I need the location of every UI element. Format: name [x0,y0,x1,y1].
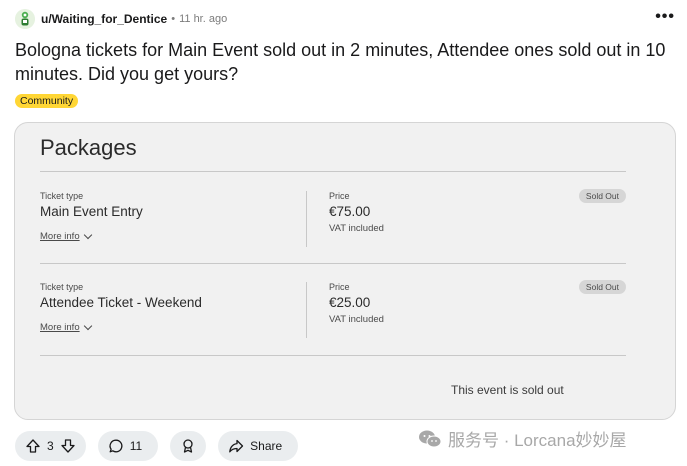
ticket-row-attendee: Ticket type Attendee Ticket - Weekend Mo… [40,280,626,350]
ticket-type-value: Attendee Ticket - Weekend [40,295,202,310]
post-image[interactable]: Packages Ticket type Main Event Entry Mo… [14,122,676,420]
divider [40,263,626,264]
more-info-link[interactable]: More info [40,230,92,242]
comment-icon [109,439,123,453]
award-icon [183,439,193,453]
column-divider [306,191,307,247]
more-options-button[interactable]: ••• [655,8,675,26]
more-info-label: More info [40,231,80,242]
post-title[interactable]: Bologna tickets for Main Event sold out … [15,38,675,86]
post-time: 11 hr. ago [179,13,228,25]
more-info-label: More info [40,322,80,333]
more-info-link[interactable]: More info [40,321,92,333]
ticket-row-main-event: Ticket type Main Event Entry More info P… [40,189,626,259]
upvote-icon[interactable] [25,438,41,454]
share-icon [229,439,244,453]
ticket-type-label: Ticket type [40,191,84,201]
downvote-icon[interactable] [60,438,76,454]
vat-note: VAT included [329,223,384,234]
sold-out-message: This event is sold out [451,383,564,397]
award-button[interactable] [170,431,207,461]
avatar[interactable] [15,9,35,29]
share-button[interactable]: Share [218,431,299,461]
post-header: u/Waiting_for_Dentice • 11 hr. ago ••• [15,8,675,30]
chevron-down-icon [83,321,92,330]
meta-separator: • [171,13,176,25]
post-flair[interactable]: Community [15,94,79,108]
vote-count: 3 [47,439,54,453]
status-badge: Sold Out [578,280,626,294]
column-divider [306,282,307,338]
wechat-icon [419,430,442,447]
ticket-type-label: Ticket type [40,282,84,292]
ticket-type-value: Main Event Entry [40,204,143,219]
vat-note: VAT included [329,314,384,325]
chevron-down-icon [83,230,92,239]
vote-control: 3 [15,431,86,461]
comments-button[interactable]: 11 [97,431,159,461]
packages-title: Packages [40,135,137,160]
price-label: Price [329,282,350,292]
price-label: Price [329,191,350,201]
post-author[interactable]: u/Waiting_for_Dentice [41,12,167,26]
status-badge: Sold Out [578,189,626,203]
watermark: 服务号 · Lorcana妙妙屋 [418,426,627,451]
post-actions: 3 11 Share [15,430,310,462]
comment-count: 11 [129,439,143,453]
price-value: €25.00 [329,295,371,310]
divider [40,171,626,172]
watermark-text: 服务号 · Lorcana妙妙屋 [448,431,627,450]
avatar-icon [15,9,35,29]
share-label: Share [250,439,283,453]
divider [40,355,626,356]
price-value: €75.00 [329,204,371,219]
